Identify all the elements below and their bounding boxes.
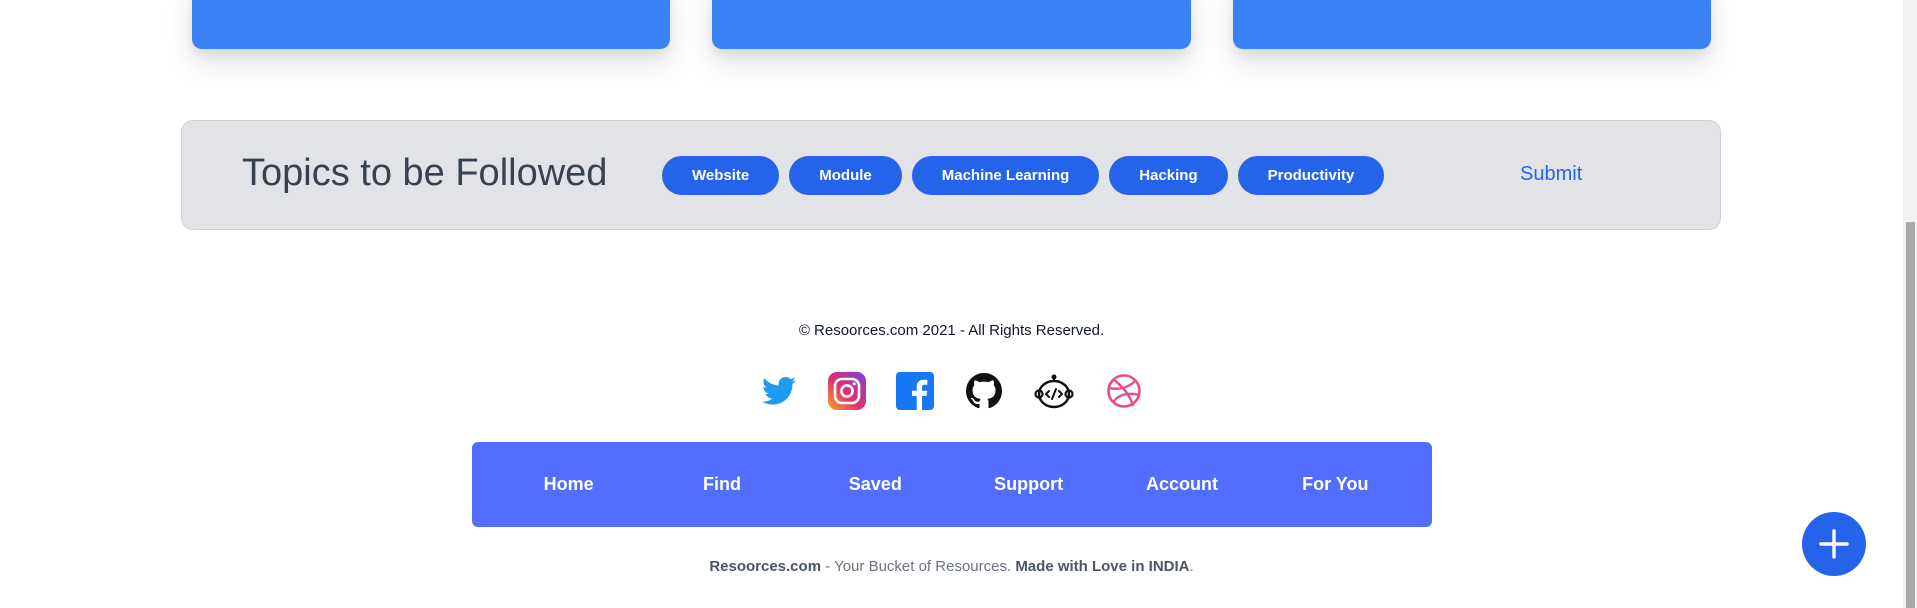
nav-item-account[interactable]: Account (1112, 474, 1252, 495)
add-button[interactable] (1802, 512, 1866, 576)
topics-title: Topics to be Followed (242, 152, 608, 194)
twitter-icon[interactable] (759, 371, 799, 411)
topic-chip-module[interactable]: Module (789, 156, 902, 195)
tagline-end: . (1189, 558, 1194, 575)
topics-panel: Topics to be Followed Website Module Mac… (181, 120, 1721, 230)
resource-card[interactable] (712, 0, 1191, 49)
tagline-text: - Your Bucket of Resources. (821, 558, 1016, 575)
resource-card[interactable] (1233, 0, 1711, 49)
resource-card[interactable] (192, 0, 670, 49)
footer-tagline: Resoorces.com - Your Bucket of Resources… (0, 558, 1903, 575)
instagram-icon[interactable] (827, 371, 867, 411)
dev-icon[interactable] (1034, 371, 1074, 411)
tagline-love: Made with Love in INDIA (1015, 558, 1190, 575)
scrollbar-thumb[interactable] (1906, 222, 1915, 608)
topic-chip-machine-learning[interactable]: Machine Learning (911, 156, 1100, 195)
page: Topics to be Followed Website Module Mac… (0, 0, 1917, 608)
dribbble-icon[interactable] (1104, 371, 1144, 411)
topic-chip-hacking[interactable]: Hacking (1109, 156, 1228, 195)
plus-icon (1819, 529, 1849, 559)
topic-chip-productivity[interactable]: Productivity (1237, 156, 1385, 195)
nav-item-find[interactable]: Find (652, 474, 792, 495)
topic-chip-website[interactable]: Website (662, 156, 780, 195)
nav-item-home[interactable]: Home (499, 474, 639, 495)
tagline-brand[interactable]: Resoorces.com (709, 558, 821, 575)
nav-item-support[interactable]: Support (959, 474, 1099, 495)
copyright-text: © Resoorces.com 2021 - All Rights Reserv… (798, 322, 1105, 339)
submit-button[interactable]: Submit (1520, 163, 1582, 186)
bottom-navbar: Home Find Saved Support Account For You (472, 442, 1432, 527)
topic-chips: Website Module Machine Learning Hacking … (662, 156, 1385, 195)
facebook-icon[interactable] (895, 371, 935, 411)
nav-item-for-you[interactable]: For You (1265, 474, 1405, 495)
nav-item-saved[interactable]: Saved (805, 474, 945, 495)
github-icon[interactable] (964, 371, 1004, 411)
